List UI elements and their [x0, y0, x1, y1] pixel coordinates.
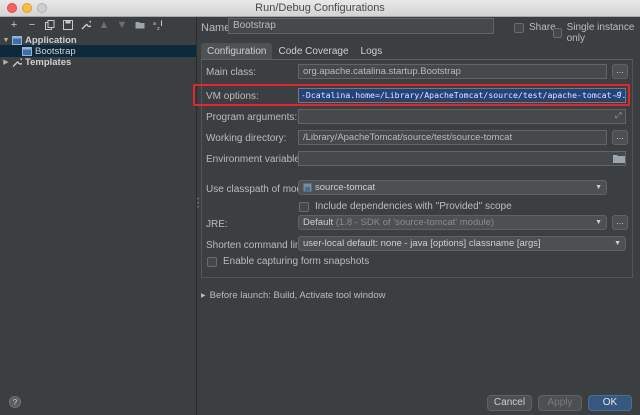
- vm-options-input[interactable]: -Dcatalina.home=/Library/ApacheTomcat/so…: [298, 88, 626, 103]
- cancel-button[interactable]: Cancel: [487, 395, 532, 411]
- working-directory-input[interactable]: /Library/ApacheTomcat/source/test/source…: [298, 130, 607, 145]
- share-checkbox-row[interactable]: Share: [514, 22, 556, 33]
- folder-icon[interactable]: [134, 19, 146, 31]
- main-class-label: Main class:: [206, 67, 257, 78]
- working-directory-label: Working directory:: [206, 133, 287, 144]
- program-arguments-label: Program arguments:: [206, 112, 298, 123]
- svg-text:a: a: [153, 21, 156, 27]
- tree-item-label: Application: [25, 34, 77, 46]
- config-tree: ▼ Application Bootstrap ▶ Templates: [0, 33, 196, 415]
- capture-snapshots-row[interactable]: Enable capturing form snapshots: [207, 256, 369, 267]
- copy-icon[interactable]: [44, 19, 56, 31]
- chevron-right-icon[interactable]: ▶: [2, 58, 10, 66]
- vm-options-label: VM options:: [206, 91, 259, 102]
- environment-variables-input[interactable]: [298, 151, 626, 166]
- expand-icon[interactable]: ⤢: [615, 90, 625, 100]
- application-icon: [12, 35, 22, 45]
- apply-button[interactable]: Apply: [538, 395, 582, 411]
- shorten-command-line-value: user-local default: none - java [options…: [303, 238, 541, 249]
- main-class-browse-button[interactable]: ...: [612, 64, 628, 79]
- application-icon: [22, 46, 32, 56]
- wrench-icon: [12, 57, 22, 67]
- capture-snapshots-label: Enable capturing form snapshots: [223, 256, 370, 267]
- share-label: Share: [529, 22, 556, 33]
- arrow-down-icon[interactable]: ▼: [116, 19, 128, 31]
- tab-code-coverage[interactable]: Code Coverage: [272, 43, 354, 59]
- module-icon: [303, 183, 312, 192]
- single-instance-checkbox[interactable]: [553, 28, 562, 38]
- tree-item-label: Bootstrap: [35, 45, 76, 57]
- capture-snapshots-checkbox[interactable]: [207, 256, 217, 267]
- tree-item-label: Templates: [25, 56, 72, 68]
- splitter-handle-icon[interactable]: • • •: [197, 197, 199, 211]
- program-arguments-input[interactable]: [298, 109, 626, 124]
- working-directory-browse-button[interactable]: ...: [612, 130, 628, 145]
- tab-configuration[interactable]: Configuration: [201, 43, 273, 59]
- before-launch-section[interactable]: ▶ Before launch: Build, Activate tool wi…: [201, 290, 385, 301]
- include-provided-row[interactable]: Include dependencies with "Provided" sco…: [299, 201, 512, 212]
- folder-icon[interactable]: [612, 153, 626, 164]
- single-instance-label: Single instance only: [566, 22, 635, 44]
- classpath-select[interactable]: source-tomcat ▼: [298, 180, 607, 195]
- splitter[interactable]: [196, 17, 197, 415]
- window-title: Run/Debug Configurations: [255, 2, 385, 14]
- expand-icon[interactable]: ⤢: [615, 111, 625, 121]
- help-button[interactable]: ?: [9, 396, 21, 408]
- config-tabs: Configuration Code Coverage Logs: [201, 43, 388, 60]
- chevron-down-icon: ▼: [595, 184, 602, 191]
- chevron-down-icon: ▼: [595, 219, 602, 226]
- jre-browse-button[interactable]: ...: [612, 215, 628, 230]
- save-icon[interactable]: [62, 19, 74, 31]
- wrench-icon[interactable]: [80, 19, 92, 31]
- jre-detail: (1.8 - SDK of 'source-tomcat' module): [335, 217, 495, 228]
- environment-variables-label: Environment variables:: [206, 154, 308, 165]
- ok-button[interactable]: OK: [588, 395, 632, 411]
- tab-logs[interactable]: Logs: [355, 43, 389, 59]
- svg-text:z: z: [157, 26, 160, 30]
- tree-item-templates[interactable]: ▶ Templates: [0, 56, 196, 68]
- include-provided-checkbox[interactable]: [299, 201, 309, 212]
- jre-label: JRE:: [206, 219, 228, 230]
- config-toolbar: + − ▲ ▼ az: [0, 17, 196, 33]
- shorten-command-line-label: Shorten command line:: [206, 240, 309, 251]
- share-checkbox[interactable]: [514, 22, 524, 33]
- shorten-command-line-select[interactable]: user-local default: none - java [options…: [298, 236, 626, 251]
- chevron-right-icon[interactable]: ▶: [201, 292, 206, 299]
- sort-icon[interactable]: az: [152, 19, 164, 31]
- vm-options-value: -Dcatalina.home=/Library/ApacheTomcat/so…: [301, 90, 625, 100]
- arrow-up-icon[interactable]: ▲: [98, 19, 110, 31]
- single-instance-checkbox-row[interactable]: Single instance only: [553, 22, 640, 44]
- before-launch-label: Before launch: Build, Activate tool wind…: [209, 290, 386, 301]
- chevron-down-icon: ▼: [614, 240, 621, 247]
- title-bar: Run/Debug Configurations: [0, 0, 640, 17]
- chevron-down-icon[interactable]: ▼: [2, 37, 10, 44]
- name-input[interactable]: Bootstrap: [228, 18, 494, 34]
- jre-select[interactable]: Default (1.8 - SDK of 'source-tomcat' mo…: [298, 215, 607, 230]
- include-provided-label: Include dependencies with "Provided" sco…: [315, 201, 512, 212]
- jre-default: Default: [303, 217, 334, 228]
- main-class-input[interactable]: org.apache.catalina.startup.Bootstrap: [298, 64, 607, 79]
- classpath-value: source-tomcat: [315, 182, 376, 193]
- plus-icon[interactable]: +: [8, 19, 20, 31]
- minus-icon[interactable]: −: [26, 19, 38, 31]
